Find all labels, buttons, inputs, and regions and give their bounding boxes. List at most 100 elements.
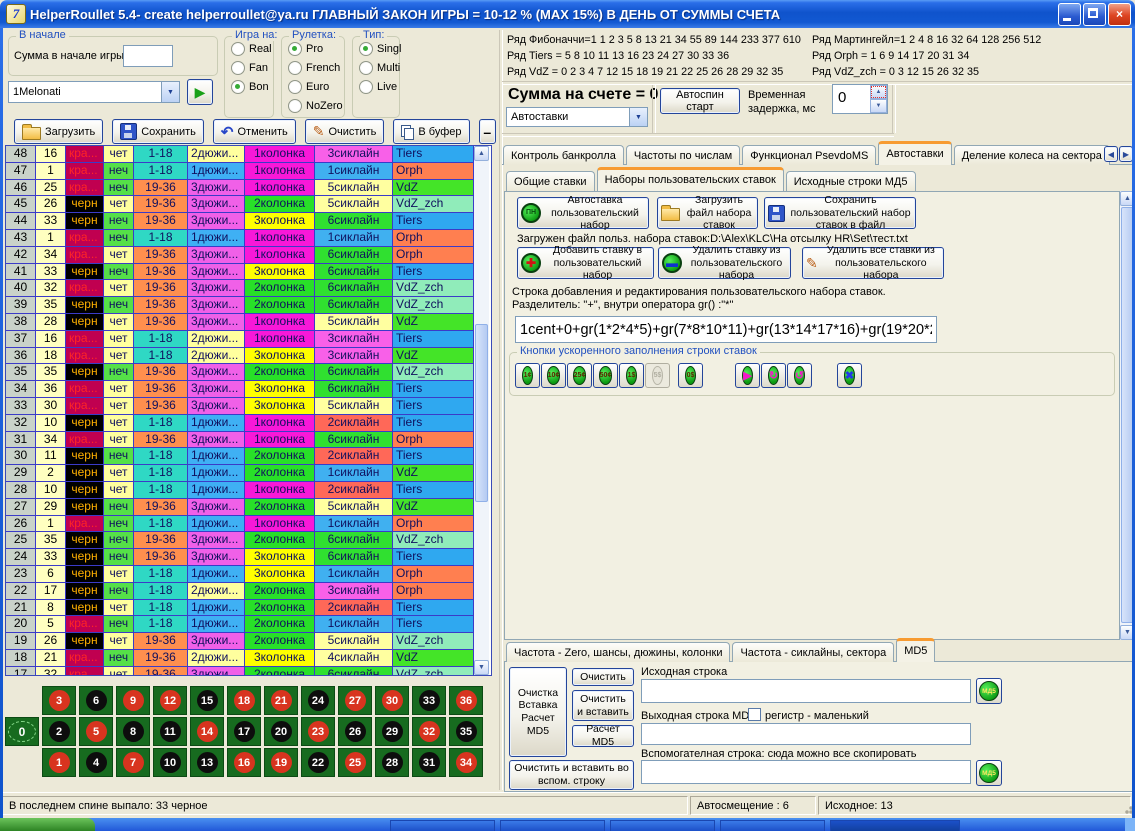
table-row[interactable]: 35 35 черн неч 19-36 3дюжи... 2колонка 6… — [6, 364, 474, 381]
table-row[interactable]: 23 6 черн чет 1-18 1дюжи... 3колонка 1си… — [6, 566, 474, 583]
board-cell-2[interactable]: 2 — [42, 717, 76, 746]
copy-button[interactable]: В буфер — [393, 119, 469, 144]
spin-down-icon[interactable]: ▼ — [870, 99, 887, 113]
collapse-button[interactable]: – — [479, 119, 497, 144]
inner-tab[interactable]: Наборы пользовательских ставок — [597, 167, 784, 191]
scroll-up-icon[interactable]: ▲ — [474, 146, 489, 161]
radio-icon[interactable] — [288, 80, 302, 94]
md5-clear-button[interactable]: Очистить — [572, 668, 634, 686]
md5-aux-run-button[interactable]: МД5 — [976, 760, 1002, 786]
bet-0dollar-button[interactable]: 0$ — [678, 363, 703, 388]
md5-run-button[interactable]: МД5 — [976, 678, 1002, 704]
taskbar-button[interactable] — [720, 820, 825, 831]
radio-icon[interactable] — [359, 61, 373, 75]
radio-icon[interactable] — [359, 80, 373, 94]
bet-1dollar-button[interactable]: 1$ — [619, 363, 644, 388]
table-row[interactable]: 41 33 черн неч 19-36 3дюжи... 3колонка 6… — [6, 264, 474, 281]
autobets-combo[interactable]: Автоставки ▼ — [506, 107, 648, 127]
board-cell-33[interactable]: 33 — [412, 686, 446, 715]
start-button[interactable] — [0, 818, 95, 831]
board-cell-22[interactable]: 22 — [301, 748, 335, 777]
chevron-down-icon[interactable]: ▼ — [161, 82, 179, 102]
title-bar[interactable]: 7 HelperRoullet 5.4- create helperroulle… — [0, 0, 1135, 28]
board-cell-32[interactable]: 32 — [412, 717, 446, 746]
radio-nozero[interactable]: NoZero — [288, 99, 344, 113]
spin-up-icon[interactable]: ▲ — [870, 85, 887, 99]
table-row[interactable]: 22 17 черн неч 1-18 2дюжи... 2колонка 3с… — [6, 583, 474, 600]
table-row[interactable]: 19 26 черн чет 19-36 3дюжи... 2колонка 5… — [6, 633, 474, 650]
bet-string-input[interactable] — [515, 316, 937, 343]
table-row[interactable]: 24 33 черн неч 19-36 3дюжи... 3колонка 6… — [6, 549, 474, 566]
radio-live[interactable]: Live — [359, 80, 399, 94]
board-cell-28[interactable]: 28 — [375, 748, 409, 777]
table-row[interactable]: 48 16 кра... чет 1-18 2дюжи... 1колонка … — [6, 146, 474, 163]
taskbar-button[interactable] — [500, 820, 605, 831]
board-cell-3[interactable]: 3 — [42, 686, 76, 715]
bottom-tab[interactable]: Частота - Zero, шансы, дюжины, колонки — [506, 642, 730, 662]
autospin-start-button[interactable]: Автоспин старт — [660, 88, 740, 114]
radio-singl[interactable]: Singl — [359, 42, 399, 56]
board-cell-25[interactable]: 25 — [338, 748, 372, 777]
table-row[interactable]: 38 28 черн чет 19-36 3дюжи... 1колонка 5… — [6, 314, 474, 331]
board-cell-7[interactable]: 7 — [116, 748, 150, 777]
inner-tab[interactable]: Исходные строки МД5 — [786, 171, 916, 191]
load-set-file-button[interactable]: Загрузить файл набора ставок — [657, 197, 758, 229]
table-row[interactable]: 21 8 черн чет 1-18 1дюжи... 2колонка 2си… — [6, 600, 474, 617]
table-row[interactable]: 17 32 кра... чет 19-36 3дюжи... 2колонка… — [6, 667, 474, 675]
table-row[interactable]: 46 25 кра... неч 19-36 3дюжи... 1колонка… — [6, 180, 474, 197]
radio-euro[interactable]: Euro — [288, 80, 344, 94]
outer-tab[interactable]: Частоты по числам — [626, 145, 740, 165]
board-cell-15[interactable]: 15 — [190, 686, 224, 715]
table-row[interactable]: 39 35 черн неч 19-36 3дюжи... 2колонка 6… — [6, 297, 474, 314]
board-cell-26[interactable]: 26 — [338, 717, 372, 746]
board-cell-8[interactable]: 8 — [116, 717, 150, 746]
tab-scroll-left-icon[interactable]: ◀ — [1104, 146, 1118, 162]
case-checkbox[interactable] — [748, 708, 761, 721]
board-cell-1[interactable]: 1 — [42, 748, 76, 777]
md5-clear-paste-aux-button[interactable]: Очистить и вставить во вспом. строку — [509, 760, 634, 790]
clear-button[interactable]: ✎Очистить — [305, 119, 385, 144]
radio-french[interactable]: French — [288, 61, 344, 75]
insert-repeat-button[interactable]: ↻ — [761, 363, 786, 388]
board-cell-34[interactable]: 34 — [449, 748, 483, 777]
close-button[interactable]: × — [1108, 3, 1131, 26]
remove-bet-button[interactable]: ▬Удалить ставку из пользовательского наб… — [658, 247, 791, 279]
radio-icon[interactable] — [288, 99, 302, 113]
board-cell-20[interactable]: 20 — [264, 717, 298, 746]
bottom-tab[interactable]: Частота - сиклайны, сектора — [732, 642, 894, 662]
table-row[interactable]: 42 34 кра... чет 19-36 3дюжи... 1колонка… — [6, 247, 474, 264]
bet-1cent-button[interactable]: 1¢ — [515, 363, 540, 388]
board-cell-14[interactable]: 14 — [190, 717, 224, 746]
radio-real[interactable]: Real — [231, 42, 273, 56]
radio-icon[interactable] — [231, 42, 245, 56]
board-cell-13[interactable]: 13 — [190, 748, 224, 777]
table-row[interactable]: 33 30 кра... чет 19-36 3дюжи... 3колонка… — [6, 398, 474, 415]
table-row[interactable]: 30 11 черн неч 1-18 1дюжи... 2колонка 2с… — [6, 448, 474, 465]
table-row[interactable]: 32 10 черн чет 1-18 1дюжи... 1колонка 2с… — [6, 415, 474, 432]
insert-back-button[interactable]: ↺ — [787, 363, 812, 388]
table-row[interactable]: 25 35 черн неч 19-36 3дюжи... 2колонка 6… — [6, 532, 474, 549]
board-cell-9[interactable]: 9 — [116, 686, 150, 715]
board-cell-18[interactable]: 18 — [227, 686, 261, 715]
board-cell-21[interactable]: 21 — [264, 686, 298, 715]
inner-tab[interactable]: Общие ставки — [506, 171, 595, 191]
delay-spinner[interactable]: 0 ▲ ▼ — [832, 84, 888, 114]
insert-clear-button[interactable]: ✖ — [837, 363, 862, 388]
table-row[interactable]: 36 18 кра... чет 1-18 2дюжи... 3колонка … — [6, 348, 474, 365]
minimize-button[interactable] — [1058, 3, 1081, 26]
table-scrollbar[interactable]: ▲ ▼ — [474, 146, 489, 675]
table-row[interactable]: 31 34 кра... чет 19-36 3дюжи... 1колонка… — [6, 432, 474, 449]
radio-pro[interactable]: Pro — [288, 42, 344, 56]
load-button[interactable]: Загрузить — [14, 119, 103, 144]
taskbar-button[interactable] — [610, 820, 715, 831]
maximize-button[interactable] — [1083, 3, 1106, 26]
board-cell-5[interactable]: 5 — [79, 717, 113, 746]
md5-calc-button[interactable]: Расчет MD5 — [572, 725, 634, 747]
table-row[interactable]: 28 10 черн чет 1-18 1дюжи... 1колонка 2с… — [6, 482, 474, 499]
bet-10cent-button[interactable]: 10¢ — [541, 363, 566, 388]
radio-icon[interactable] — [359, 42, 373, 56]
board-cell-10[interactable]: 10 — [153, 748, 187, 777]
bet-25cent-button[interactable]: 25¢ — [567, 363, 592, 388]
table-row[interactable]: 43 1 кра... неч 1-18 1дюжи... 1колонка 1… — [6, 230, 474, 247]
outer-tab[interactable]: Автоставки — [878, 141, 951, 165]
